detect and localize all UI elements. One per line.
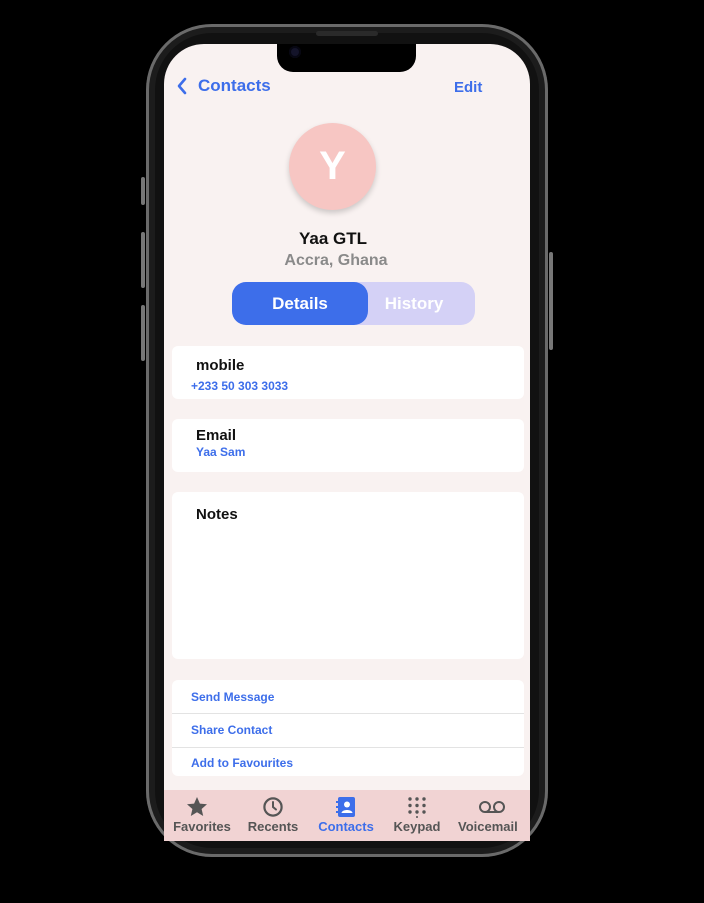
avatar: Y [289,123,376,210]
back-button[interactable]: Contacts [176,76,271,96]
volume-down-button [141,305,145,361]
tab-history[interactable]: History [368,282,460,325]
volume-up-button [141,232,145,288]
clock-icon [261,796,285,818]
keypad-icon [405,796,429,818]
tab-label: Voicemail [458,819,518,834]
divider [172,747,524,748]
contact-name: Yaa GTL [298,229,368,248]
tab-label: Favorites [173,819,231,834]
send-message-button[interactable]: Send Message [191,690,274,704]
earpiece-speaker [316,31,378,36]
tab-label: Recents [247,819,299,834]
contacts-book-icon [334,796,358,818]
tab-label: Keypad [393,819,441,834]
voicemail-icon [478,796,506,818]
email-label: Email [196,427,237,444]
tab-contacts[interactable]: Contacts [316,796,376,834]
email-value-link[interactable]: Yaa Sam [196,445,245,459]
star-icon [185,796,209,818]
power-button [549,252,553,350]
back-button-label: Contacts [198,76,271,95]
silent-switch [141,177,145,205]
front-camera [289,46,301,58]
tab-details[interactable]: Details [232,282,368,325]
divider [172,713,524,714]
tab-keypad[interactable]: Keypad [391,796,443,834]
add-to-favourites-button[interactable]: Add to Favourites [191,756,293,770]
tab-label: Contacts [318,819,374,834]
notes-label: Notes [196,506,238,523]
tab-favorites[interactable]: Favorites [170,796,231,834]
mobile-number-link[interactable]: +233 50 303 3033 [191,379,288,393]
avatar-initial: Y [319,144,346,188]
chevron-left-icon [177,77,187,95]
tab-voicemail[interactable]: Voicemail [458,796,530,834]
share-contact-button[interactable]: Share Contact [191,723,272,737]
contact-location: Accra, Ghana [284,252,388,269]
edit-button[interactable]: Edit [454,79,482,96]
tab-recents[interactable]: Recents [245,796,301,834]
mobile-label: mobile [196,357,245,374]
